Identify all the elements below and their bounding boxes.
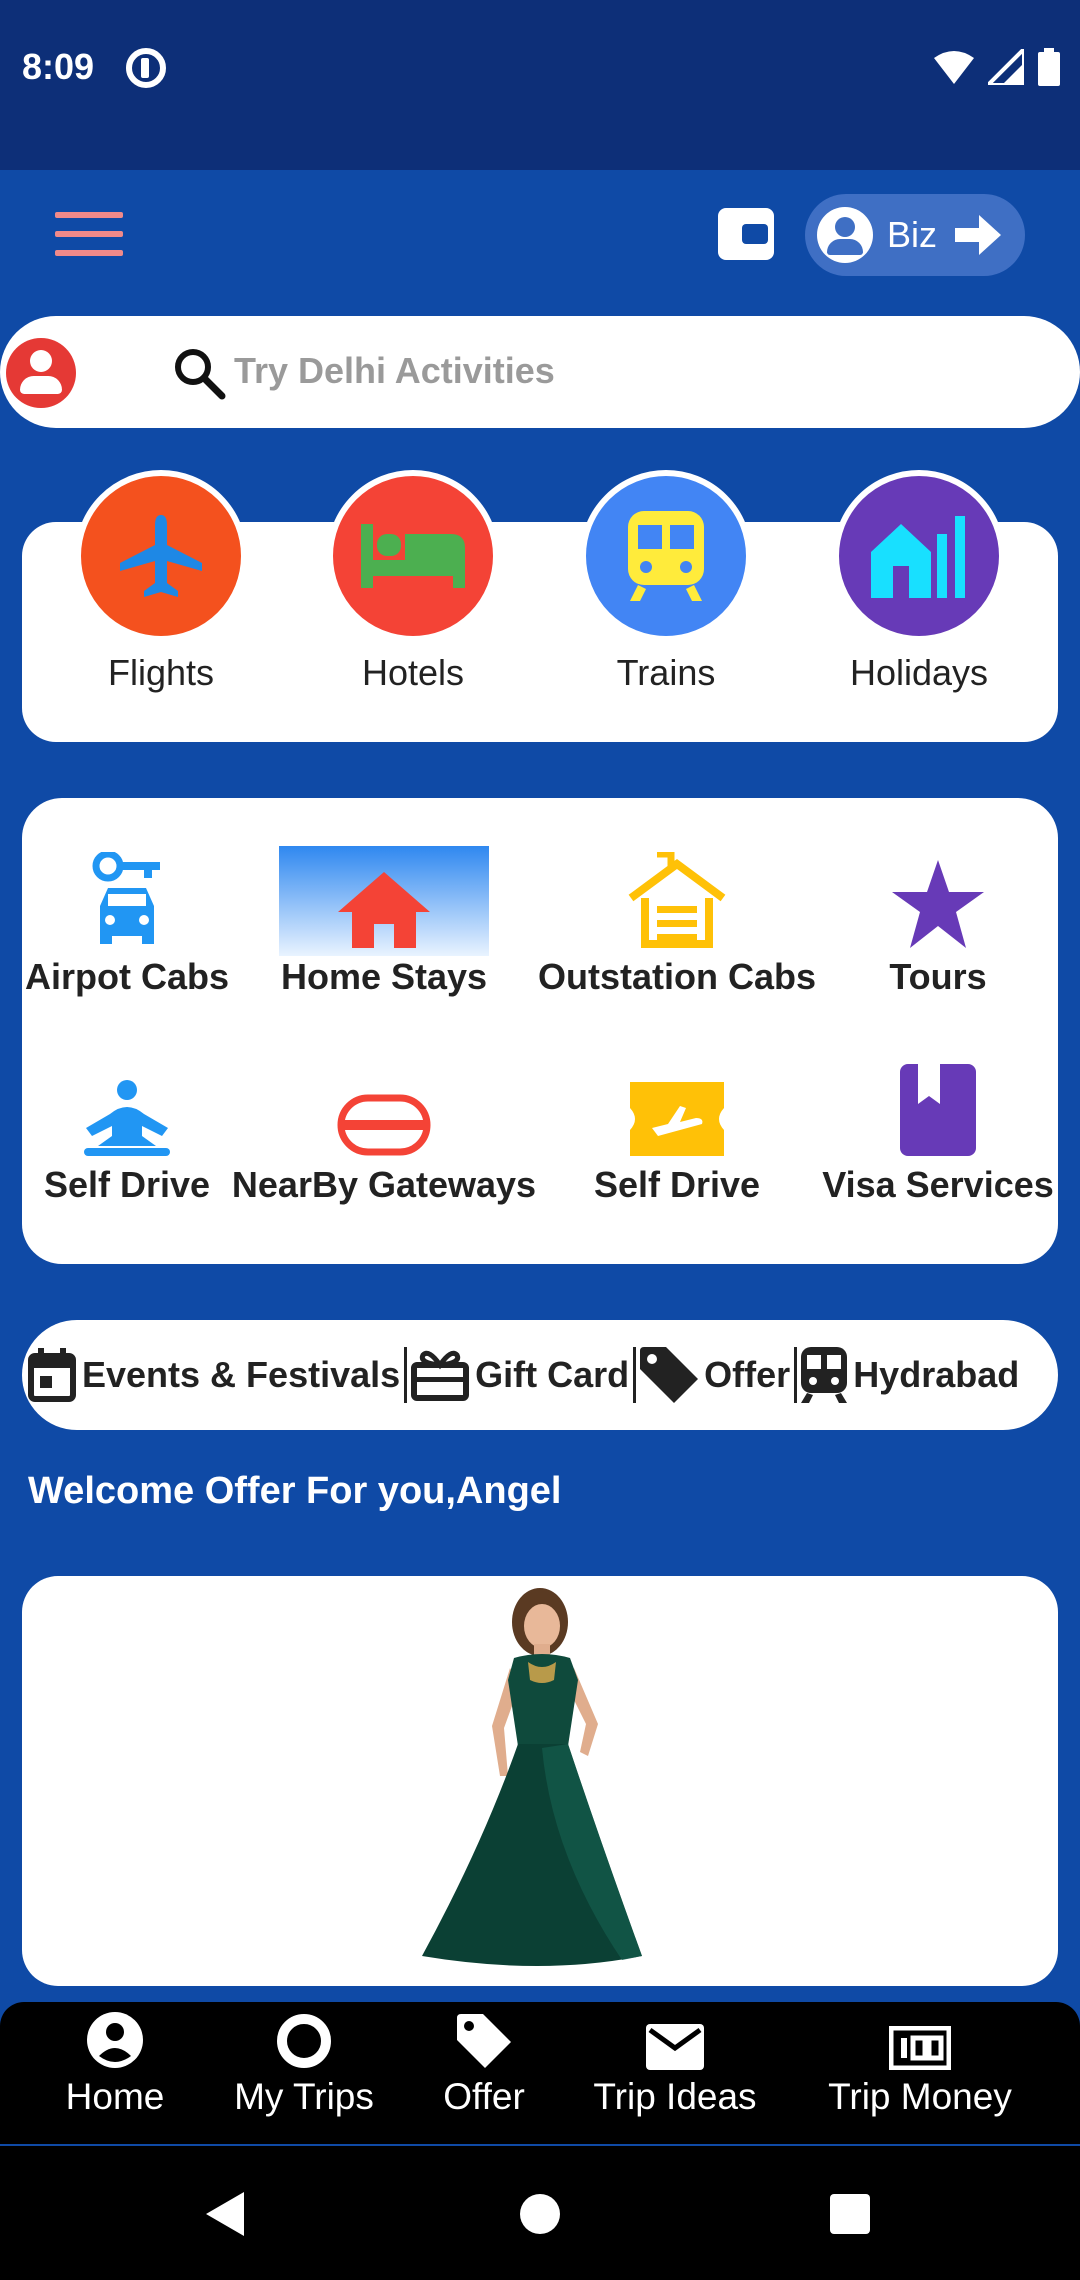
service-label: Self Drive bbox=[593, 1164, 761, 1205]
tag-label: Hydrabad bbox=[853, 1354, 1020, 1395]
category-label: Hotels bbox=[361, 652, 465, 693]
divider bbox=[404, 1347, 408, 1403]
gift-icon bbox=[411, 1350, 470, 1401]
wifi-icon bbox=[934, 51, 974, 84]
service-tours[interactable]: Tours bbox=[850, 846, 1026, 998]
biz-button[interactable]: Biz bbox=[805, 194, 1025, 276]
nav-my-trips[interactable]: My Trips bbox=[214, 2008, 394, 2118]
tag-label: Offer bbox=[704, 1354, 791, 1395]
service-outstation-cabs[interactable]: Outstation Cabs bbox=[536, 846, 818, 998]
nav-label: Offer bbox=[443, 2076, 525, 2117]
divider bbox=[633, 1347, 637, 1403]
category-flights[interactable]: Flights bbox=[71, 470, 251, 694]
status-bar: 8:09 bbox=[0, 0, 1080, 170]
system-nav-bar bbox=[0, 2146, 1080, 2280]
dress-model-image bbox=[422, 1588, 642, 1966]
holiday-home-icon bbox=[833, 470, 1005, 642]
tag-icon bbox=[457, 2014, 511, 2068]
train-icon bbox=[580, 470, 752, 642]
recents-icon[interactable] bbox=[830, 2194, 870, 2234]
nav-home[interactable]: Home bbox=[40, 2008, 190, 2118]
service-self-drive[interactable]: Self Drive bbox=[22, 1054, 232, 1206]
tag-hydrabad[interactable]: Hydrabad bbox=[801, 1347, 1019, 1403]
ticket-flight-icon bbox=[536, 1054, 818, 1164]
category-label: Trains bbox=[616, 652, 716, 693]
tag-icon bbox=[640, 1347, 699, 1403]
service-nearby-gateways[interactable]: NearBy Gateways bbox=[226, 1054, 542, 1206]
search-input[interactable]: Try Delhi Activities bbox=[234, 350, 555, 392]
search-icon bbox=[175, 349, 226, 400]
nav-trip-money[interactable]: Trip Money bbox=[810, 2008, 1030, 2118]
airplane-icon bbox=[75, 470, 247, 642]
nav-label: Home bbox=[65, 2076, 165, 2117]
notification-icon bbox=[126, 48, 166, 88]
service-label: Airpot Cabs bbox=[24, 956, 229, 997]
wallet-icon[interactable] bbox=[718, 208, 774, 260]
tag-gift-card[interactable]: Gift Card bbox=[411, 1349, 629, 1401]
home-icon bbox=[279, 846, 489, 956]
promo-banner[interactable] bbox=[22, 1576, 1058, 1986]
no-entry-icon bbox=[226, 1054, 542, 1164]
home-circle-icon[interactable] bbox=[520, 2194, 560, 2234]
profile-icon[interactable] bbox=[6, 338, 76, 408]
nav-label: Trip Ideas bbox=[593, 2076, 757, 2117]
nav-label: My Trips bbox=[234, 2076, 374, 2117]
money-icon bbox=[889, 2026, 951, 2070]
tag-label: Events & Festivals bbox=[82, 1354, 401, 1395]
nav-offer[interactable]: Offer bbox=[424, 2008, 544, 2118]
battery-icon bbox=[1038, 48, 1060, 86]
quick-links-bar: Events & Festivals Gift Card Offer Hydra… bbox=[22, 1320, 1058, 1430]
nav-label: Trip Money bbox=[828, 2076, 1012, 2117]
service-label: Outstation Cabs bbox=[537, 956, 816, 997]
tag-label: Gift Card bbox=[475, 1354, 630, 1395]
service-label: Self Drive bbox=[43, 1164, 211, 1205]
category-trains[interactable]: Trains bbox=[576, 470, 756, 694]
top-bar: Biz bbox=[0, 170, 1080, 300]
mail-icon bbox=[646, 2024, 704, 2070]
category-holidays[interactable]: Holidays bbox=[829, 470, 1009, 694]
category-label: Flights bbox=[107, 652, 215, 693]
book-icon bbox=[818, 1054, 1058, 1164]
service-visa-services[interactable]: Visa Services bbox=[818, 1054, 1058, 1206]
status-time: 8:09 bbox=[22, 46, 95, 87]
house-outline-icon bbox=[536, 846, 818, 956]
bottom-navigation: Home My Trips Offer Trip Ideas Trip Mone… bbox=[0, 2002, 1080, 2144]
category-hotels[interactable]: Hotels bbox=[323, 470, 503, 694]
service-label: Home Stays bbox=[280, 956, 488, 997]
service-label: Tours bbox=[889, 956, 987, 997]
cab-icon bbox=[22, 846, 232, 956]
tag-events-festivals[interactable]: Events & Festivals bbox=[28, 1348, 400, 1402]
user-avatar-icon bbox=[817, 207, 873, 263]
star-icon bbox=[850, 846, 1026, 956]
service-label: NearBy Gateways bbox=[231, 1164, 537, 1205]
train-small-icon bbox=[801, 1347, 848, 1403]
service-self-drive-2[interactable]: Self Drive bbox=[536, 1054, 818, 1206]
category-label: Holidays bbox=[849, 652, 989, 693]
biz-label: Biz bbox=[887, 214, 938, 255]
account-circle-icon bbox=[87, 2012, 143, 2068]
divider bbox=[794, 1347, 798, 1403]
welcome-offer-title: Welcome Offer For you,Angel bbox=[28, 1470, 562, 1512]
signal-icon bbox=[988, 49, 1024, 85]
service-airport-cabs[interactable]: Airpot Cabs bbox=[22, 846, 232, 998]
nav-trip-ideas[interactable]: Trip Ideas bbox=[580, 2008, 770, 2118]
meditation-icon bbox=[22, 1054, 232, 1164]
status-icons bbox=[934, 48, 1060, 86]
bed-icon bbox=[327, 470, 499, 642]
menu-icon[interactable] bbox=[55, 212, 123, 256]
tag-offer[interactable]: Offer bbox=[640, 1347, 790, 1403]
service-home-stays[interactable]: Home Stays bbox=[279, 846, 489, 998]
back-icon[interactable] bbox=[206, 2192, 244, 2236]
calendar-icon bbox=[28, 1348, 76, 1402]
service-label: Visa Services bbox=[822, 1164, 1054, 1205]
ring-icon bbox=[277, 2014, 331, 2068]
arrow-right-icon bbox=[955, 215, 1002, 255]
search-bar[interactable]: Try Delhi Activities bbox=[0, 316, 1080, 428]
